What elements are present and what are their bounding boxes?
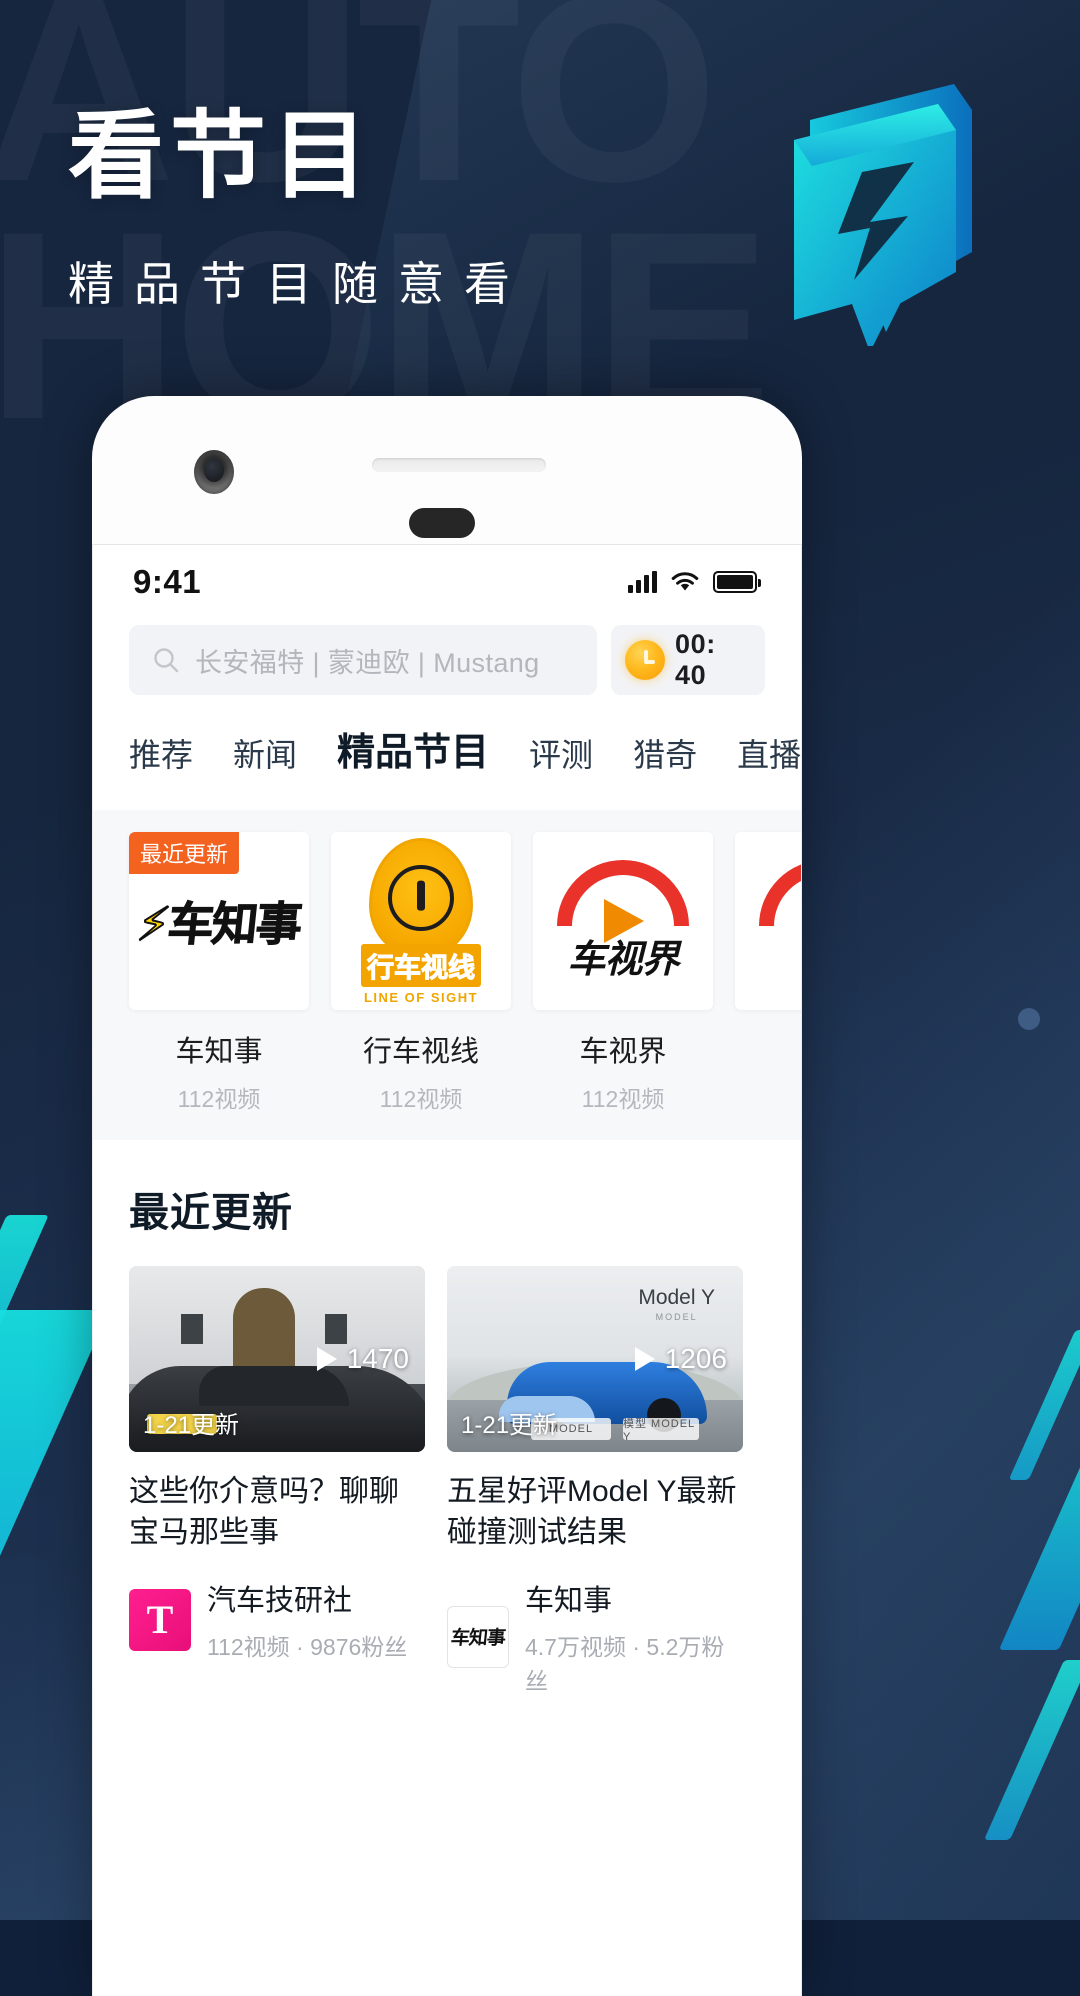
channel-name: 车 [735,1028,801,1070]
category-tabs: 推荐 新闻 精品节目 评测 猎奇 直播 [93,695,801,788]
channel-logo-icon: 车 [759,859,801,983]
phone-screen: 9:41 长安福特 | 蒙迪欧 | Mustang 00: 40 推荐 新闻 精… [92,544,802,1996]
update-date: 1-21更新 [143,1412,240,1439]
video-title[interactable]: 这些你介意吗？聊聊宝马那些事 [129,1472,425,1553]
search-input[interactable]: 长安福特 | 蒙迪欧 | Mustang [129,625,597,695]
channel-logo-text: 行车视线 [361,943,481,987]
play-count: 1206 [664,1343,727,1374]
clock-icon [625,640,665,680]
notch-pill [409,508,475,538]
timer-badge[interactable]: 00: 40 [611,625,765,695]
author-stats: 112视频 · 9876粉丝 [207,1634,408,1660]
play-count-badge: 1470 [316,1343,409,1375]
phone-mockup: 9:41 长安福特 | 蒙迪欧 | Mustang 00: 40 推荐 新闻 精… [92,396,802,1996]
channel-card[interactable]: 最近更新 ⚡车知事 车知事 112视频 [129,832,309,1114]
channel-video-count: 112视频 [379,1086,463,1112]
tab-news[interactable]: 新闻 [233,730,297,788]
channel-logo-icon: ⚡车知事 [134,897,303,951]
battery-icon [713,571,761,593]
search-icon [154,648,179,673]
tab-recommend[interactable]: 推荐 [129,730,193,788]
channel-card[interactable]: 车 车 [735,832,801,1114]
search-row: 长安福特 | 蒙迪欧 | Mustang 00: 40 [93,619,801,695]
tab-premium-programs[interactable]: 精品节目 [334,721,493,788]
thumb-model-sublabel: MODEL [655,1312,698,1322]
front-camera-icon [194,450,234,494]
section-title: 最近更新 [129,1191,293,1235]
channel-thumbnail: 行车视线 LINE OF SIGHT [331,832,511,1010]
video-thumbnail[interactable]: 1470 1-21更新 [129,1266,425,1452]
channel-card[interactable]: 车视界 车视界 112视频 [533,832,713,1114]
thumb-window-art [325,1314,347,1344]
thumb-window-art [181,1314,203,1344]
tab-curiosity[interactable]: 猎奇 [633,730,697,788]
author-row[interactable]: T 汽车技研社 112视频 · 9876粉丝 [129,1577,425,1662]
update-date: 1-21更新 [461,1412,558,1439]
play-count-badge: 1206 [634,1343,727,1375]
channel-logo-text: 车 [759,928,801,983]
earpiece-speaker [372,458,546,472]
recent-section: 最近更新 1470 1-21更新 这些你介意吗？聊聊宝马那些事 T 汽车技研社 … [93,1140,801,1696]
channel-logo-icon: 行车视线 LINE OF SIGHT [361,837,481,1005]
poster-headline: 看节目 [68,103,374,210]
search-placeholder: 长安福特 | 蒙迪欧 | Mustang [195,647,540,678]
recently-updated-badge: 最近更新 [129,832,240,874]
video-grid: 1470 1-21更新 这些你介意吗？聊聊宝马那些事 T 汽车技研社 112视频… [129,1266,765,1696]
thumb-chip: 模型 MODEL Y [623,1418,699,1443]
author-name: 车知事 [525,1585,613,1617]
channel-logo-icon: 车视界 [557,859,689,983]
author-row[interactable]: 车知事 车知事 4.7万视频 · 5.2万粉丝 [447,1577,743,1696]
channel-carousel[interactable]: 最近更新 ⚡车知事 车知事 112视频 行车视线 LINE OF SIGHT 行… [93,810,801,1140]
timer-value: 00: 40 [675,629,716,690]
channel-thumbnail: 最近更新 ⚡车知事 [129,832,309,1010]
avatar: 车知事 [447,1605,509,1668]
channel-video-count: 112视频 [581,1086,665,1112]
status-icons [628,571,761,593]
wifi-icon [671,572,699,591]
avatar-initial: T [146,1597,174,1642]
status-time: 9:41 [133,563,202,600]
tab-live[interactable]: 直播 [737,730,801,788]
video-card[interactable]: Model Y MODEL MODEL 模型 MODEL Y 1206 1-21… [447,1266,743,1696]
cellular-signal-icon [628,571,657,593]
channel-name: 车视界 [579,1036,667,1068]
channel-video-count: 112视频 [177,1086,261,1112]
play-icon [634,1347,655,1371]
author-stats: 4.7万视频 · 5.2万粉丝 [525,1634,725,1694]
channel-card[interactable]: 行车视线 LINE OF SIGHT 行车视线 112视频 [331,832,511,1114]
status-bar: 9:41 [93,545,801,619]
video-thumbnail[interactable]: Model Y MODEL MODEL 模型 MODEL Y 1206 1-21… [447,1266,743,1452]
chat-play-logo-icon [794,84,972,346]
channel-thumbnail: 车视界 [533,832,713,1010]
play-count: 1470 [346,1343,409,1374]
channel-thumbnail: 车 [735,832,801,1010]
play-icon [316,1347,337,1371]
tab-review[interactable]: 评测 [529,730,593,788]
avatar: T [129,1588,191,1651]
video-title[interactable]: 五星好评Model Y最新碰撞测试结果 [447,1472,743,1553]
avatar-initial: 车知事 [449,1628,506,1649]
channel-logo-subtext: LINE OF SIGHT [363,989,479,1005]
poster-subheadline: 精品节目随意看 [68,258,530,310]
author-name: 汽车技研社 [207,1585,353,1617]
channel-name: 车知事 [175,1036,263,1068]
video-card[interactable]: 1470 1-21更新 这些你介意吗？聊聊宝马那些事 T 汽车技研社 112视频… [129,1266,425,1696]
channel-name: 行车视线 [362,1036,479,1068]
thumb-model-label: Model Y MODEL [638,1286,715,1322]
decorative-dot [1018,1008,1040,1030]
